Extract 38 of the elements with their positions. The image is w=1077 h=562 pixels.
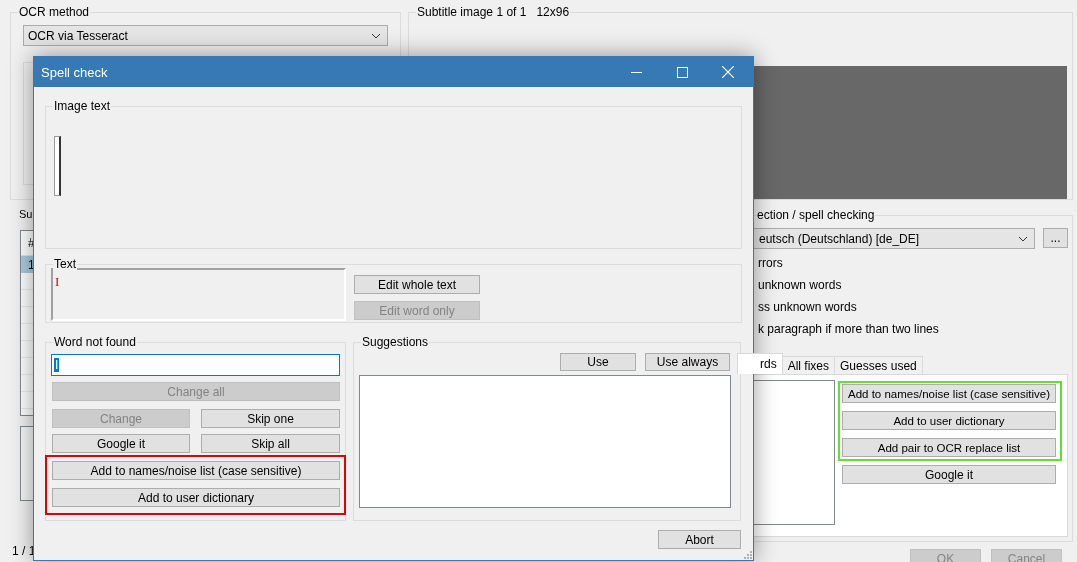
word-button[interactable]: Google it bbox=[52, 434, 190, 453]
group-label: Suggestions bbox=[361, 335, 430, 350]
option-label: ss unknown words bbox=[757, 299, 858, 316]
group-label: ection / spell checking bbox=[756, 208, 876, 223]
option-label: unknown words bbox=[757, 277, 843, 294]
abort-button[interactable]: Abort bbox=[658, 530, 741, 549]
text-box[interactable]: I bbox=[51, 268, 346, 321]
word-field[interactable]: I bbox=[51, 354, 340, 376]
group-label: Text bbox=[53, 257, 77, 272]
ocr-method-dropdown[interactable]: OCR via Tesseract bbox=[23, 25, 388, 46]
option-label: rrors bbox=[757, 255, 784, 272]
window-title: Spell check bbox=[40, 64, 109, 80]
add-button[interactable]: Add to user dictionary bbox=[842, 411, 1056, 430]
subtitle-image bbox=[54, 136, 61, 196]
chevron-down-icon bbox=[1018, 235, 1028, 242]
word-button[interactable]: Skip one bbox=[201, 409, 340, 428]
use-button[interactable]: Use bbox=[560, 353, 636, 371]
use-button[interactable]: Use always bbox=[645, 353, 730, 371]
resize-grip-icon[interactable] bbox=[744, 551, 752, 559]
add-button[interactable]: Add to names/noise list (case sensitive) bbox=[842, 384, 1056, 403]
close-icon[interactable] bbox=[722, 66, 734, 78]
more-button[interactable]: ... bbox=[1043, 228, 1068, 248]
tab[interactable]: rds bbox=[737, 353, 783, 374]
edit-button[interactable]: Edit whole text bbox=[354, 275, 480, 294]
google-button[interactable]: Google it bbox=[842, 465, 1056, 484]
maximize-icon[interactable] bbox=[676, 66, 688, 78]
word-button[interactable]: Skip all bbox=[201, 434, 340, 453]
add-button[interactable]: Add pair to OCR replace list bbox=[842, 438, 1056, 457]
group-label: Su bbox=[19, 208, 33, 220]
minimize-icon[interactable] bbox=[630, 71, 642, 73]
option-label: k paragraph if more than two lines bbox=[757, 321, 940, 338]
group-label: Subtitle image 1 of 1 12x96 bbox=[416, 5, 571, 20]
tab[interactable]: Guesses used bbox=[834, 356, 923, 374]
chevron-down-icon bbox=[371, 32, 381, 39]
add-button[interactable]: Add to names/noise list (case sensitive) bbox=[52, 461, 340, 480]
add-button[interactable]: Add to user dictionary bbox=[52, 488, 340, 507]
group-label: Image text bbox=[53, 99, 112, 114]
suggestion-list[interactable] bbox=[359, 375, 731, 508]
